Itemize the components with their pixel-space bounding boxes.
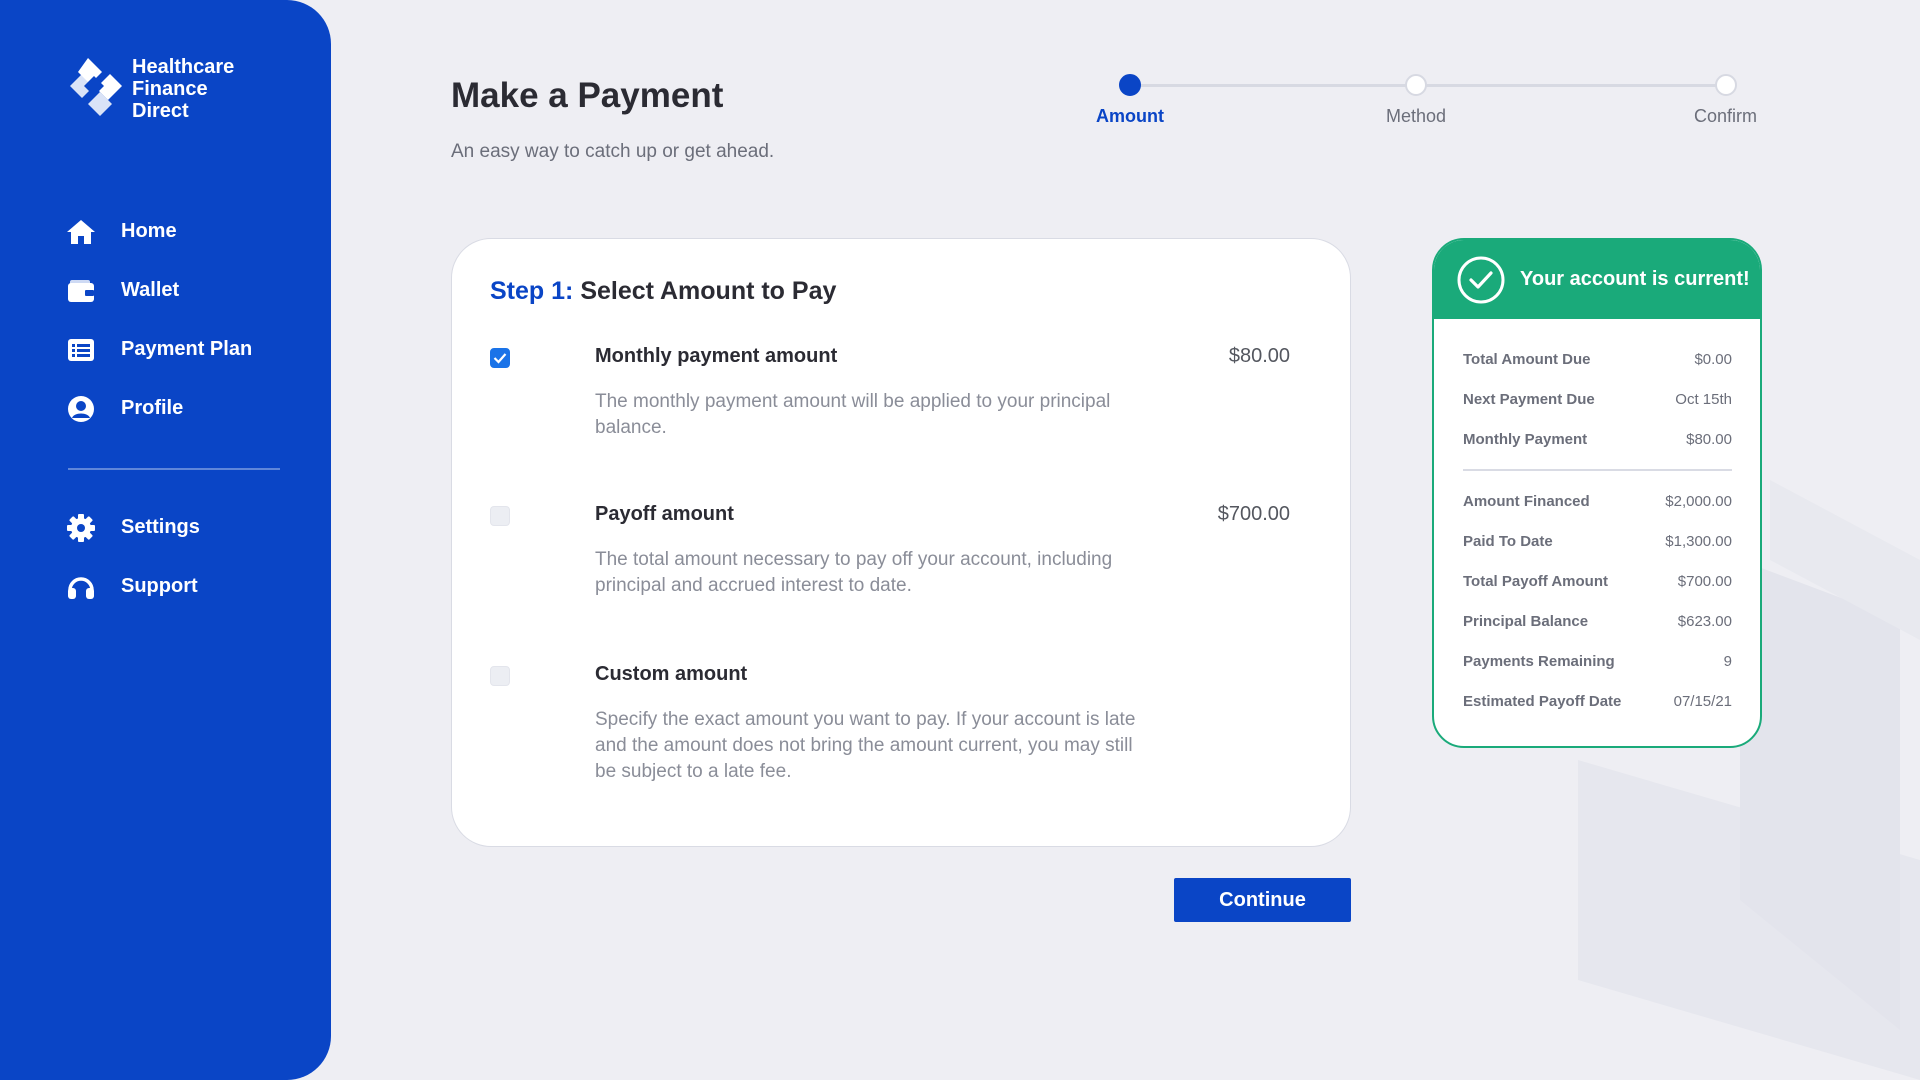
logo-mark-icon xyxy=(70,58,122,116)
step-dot xyxy=(1714,74,1737,96)
summary-label: Total Payoff Amount xyxy=(1463,572,1608,590)
user-circle-icon xyxy=(66,394,96,424)
sidebar-item-home[interactable]: Home xyxy=(66,202,280,261)
summary-row: Next Payment Due Oct 15th xyxy=(1463,379,1732,419)
option-description: Specify the exact amount you want to pay… xyxy=(595,709,1136,782)
sidebar: Healthcare Finance Direct Home Wallet Pa… xyxy=(0,0,331,1080)
brand-name-line: Finance xyxy=(132,78,208,100)
step-method[interactable]: Method xyxy=(1386,74,1446,127)
summary-value: $700.00 xyxy=(1677,572,1732,590)
monthly-payment-checkbox[interactable] xyxy=(490,348,510,368)
summary-value: 07/15/21 xyxy=(1673,692,1732,710)
step-label: Confirm xyxy=(1694,106,1758,126)
sidebar-item-label: Wallet xyxy=(121,279,180,301)
summary-label: Estimated Payoff Date xyxy=(1463,692,1622,710)
summary-row: Total Payoff Amount $700.00 xyxy=(1463,561,1732,601)
option-title: Payoff amount xyxy=(595,503,734,525)
option-amount: $80.00 xyxy=(1228,345,1290,367)
sidebar-item-profile[interactable]: Profile xyxy=(66,379,280,438)
brand-name-line: Direct xyxy=(132,100,189,122)
brand-logo[interactable]: Healthcare Finance Direct xyxy=(66,56,234,122)
summary-value: $80.00 xyxy=(1686,430,1732,448)
continue-button[interactable]: Continue xyxy=(1174,878,1351,922)
check-circle-icon xyxy=(1457,256,1505,303)
step-label: Amount xyxy=(1096,106,1164,126)
sidebar-item-label: Settings xyxy=(121,516,200,538)
option-description: The monthly payment amount will be appli… xyxy=(595,391,1111,438)
sidebar-item-wallet[interactable]: Wallet xyxy=(66,261,280,320)
summary-label: Monthly Payment xyxy=(1463,430,1588,448)
summary-label: Payments Remaining xyxy=(1463,652,1615,670)
account-status-text: Your account is current! xyxy=(1520,268,1750,290)
option-title: Custom amount xyxy=(595,663,748,685)
summary-row: Principal Balance $623.00 xyxy=(1463,601,1732,641)
summary-row: Estimated Payoff Date 07/15/21 xyxy=(1463,681,1732,721)
summary-value: 9 xyxy=(1723,652,1732,670)
sidebar-item-label: Support xyxy=(121,575,198,597)
step-dot xyxy=(1405,74,1428,96)
account-summary-details: Total Amount Due $0.00 Next Payment Due … xyxy=(1434,319,1760,721)
headphones-icon xyxy=(66,572,96,602)
card-title: Step 1: Select Amount to Pay xyxy=(490,277,836,306)
summary-label: Next Payment Due xyxy=(1463,390,1595,408)
page-subtitle: An easy way to catch up or get ahead. xyxy=(451,141,775,162)
summary-label: Amount Financed xyxy=(1463,492,1590,510)
summary-value: $623.00 xyxy=(1677,612,1732,630)
payoff-amount-checkbox[interactable] xyxy=(490,506,510,526)
summary-row: Monthly Payment $80.00 xyxy=(1463,419,1732,459)
sidebar-item-payment-plan[interactable]: Payment Plan xyxy=(66,320,280,379)
summary-label: Total Amount Due xyxy=(1463,350,1591,368)
home-icon xyxy=(66,217,96,247)
summary-row: Amount Financed $2,000.00 xyxy=(1463,481,1732,521)
option-title: Monthly payment amount xyxy=(595,345,838,367)
summary-value: $1,300.00 xyxy=(1665,532,1732,550)
step-label: Method xyxy=(1386,106,1447,126)
card-title-text: Select Amount to Pay xyxy=(580,277,837,305)
option-amount: $700.00 xyxy=(1217,503,1290,525)
brand-name-line: Healthcare xyxy=(132,56,235,78)
summary-label: Paid To Date xyxy=(1463,532,1553,550)
wallet-icon xyxy=(66,276,96,306)
amount-selection-card: Step 1: Select Amount to Pay Monthly pay… xyxy=(451,238,1351,847)
summary-value: $0.00 xyxy=(1694,350,1732,368)
sidebar-divider xyxy=(68,468,280,470)
sidebar-item-label: Payment Plan xyxy=(121,338,253,360)
account-summary-card: Your account is current! Total Amount Du… xyxy=(1432,238,1762,748)
step-amount[interactable]: Amount xyxy=(1096,74,1164,127)
step-confirm[interactable]: Confirm xyxy=(1694,74,1757,127)
progress-stepper: Amount Method Confirm xyxy=(1096,74,1762,134)
gear-icon xyxy=(66,513,96,543)
sidebar-nav: Home Wallet Payment Plan Profile Setting… xyxy=(66,202,280,616)
summary-divider xyxy=(1463,469,1732,471)
summary-row: Paid To Date $1,300.00 xyxy=(1463,521,1732,561)
sidebar-item-settings[interactable]: Settings xyxy=(66,498,280,557)
step-number: Step 1: xyxy=(490,277,574,305)
custom-amount-checkbox[interactable] xyxy=(490,666,510,686)
option-description: The total amount necessary to pay off yo… xyxy=(595,549,1113,596)
sidebar-item-support[interactable]: Support xyxy=(66,557,280,616)
page-title: Make a Payment xyxy=(451,76,724,115)
brand-name: Healthcare Finance Direct xyxy=(132,56,234,122)
checkmark-icon xyxy=(493,353,507,364)
list-icon xyxy=(66,335,96,365)
account-status-banner: Your account is current! xyxy=(1434,240,1760,319)
sidebar-item-label: Home xyxy=(121,220,177,242)
step-dot xyxy=(1118,74,1141,96)
summary-row: Total Amount Due $0.00 xyxy=(1463,339,1732,379)
sidebar-item-label: Profile xyxy=(121,397,184,419)
summary-value: Oct 15th xyxy=(1675,390,1732,408)
summary-value: $2,000.00 xyxy=(1665,492,1732,510)
summary-label: Principal Balance xyxy=(1463,612,1589,630)
summary-row: Payments Remaining 9 xyxy=(1463,641,1732,681)
